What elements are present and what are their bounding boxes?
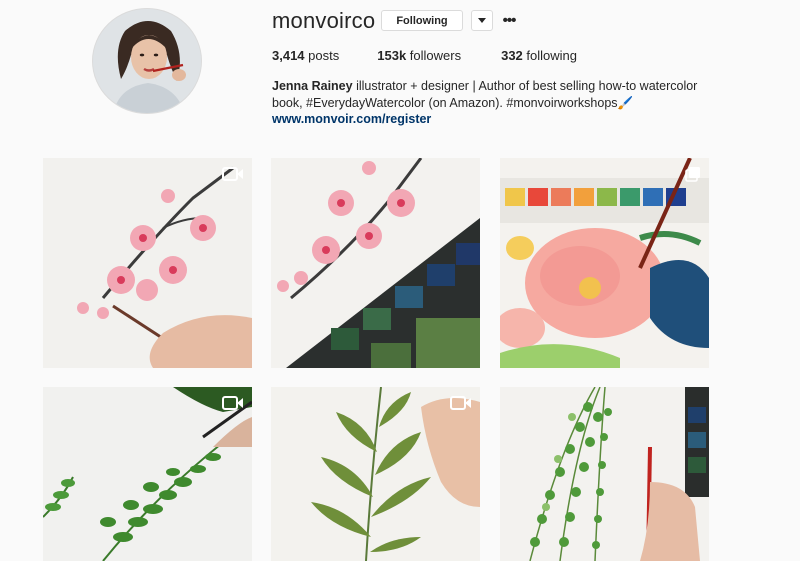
post-image-fern: [43, 387, 252, 561]
posts-stat: 3,414 posts: [272, 48, 339, 63]
following-stat[interactable]: 332 following: [501, 48, 577, 63]
video-icon: [222, 167, 243, 181]
profile-full-name: Jenna Rainey: [272, 79, 353, 93]
bio-website-link[interactable]: www.monvoir.com/register: [272, 112, 431, 126]
post-tile[interactable]: [271, 387, 480, 561]
post-tile[interactable]: [500, 387, 709, 561]
post-image-hanging-vines: [500, 387, 709, 561]
followers-count: 153k: [377, 48, 407, 63]
post-tile[interactable]: [43, 387, 252, 561]
profile-username: monvoirco: [272, 8, 376, 33]
profile-bio: Jenna Rainey illustrator + designer | Au…: [272, 78, 702, 112]
suggestions-dropdown-button[interactable]: [471, 10, 493, 31]
post-image-leafy-stem: [271, 387, 480, 561]
followers-label: followers: [409, 48, 462, 63]
posts-label: posts: [308, 48, 340, 63]
followers-stat[interactable]: 153k followers: [377, 48, 461, 63]
more-options-button[interactable]: •••: [500, 10, 518, 31]
post-image-cherry-blossom: [43, 158, 252, 368]
following-label: following: [526, 48, 578, 63]
post-tile[interactable]: [500, 158, 709, 368]
post-tile[interactable]: [43, 158, 252, 368]
profile-stats: 3,414 posts 153k followers 332 following: [272, 48, 615, 63]
gallery-icon: [685, 167, 700, 182]
post-tile[interactable]: [271, 158, 480, 368]
profile-avatar[interactable]: [92, 8, 202, 114]
post-image-florals: [500, 158, 709, 368]
video-icon: [450, 396, 471, 410]
post-image-cherry-palette: [271, 158, 480, 368]
following-count: 332: [501, 48, 523, 63]
video-icon: [222, 396, 243, 410]
caret-down-icon: [478, 17, 486, 23]
following-button[interactable]: Following: [381, 10, 463, 31]
posts-count: 3,414: [272, 48, 305, 63]
